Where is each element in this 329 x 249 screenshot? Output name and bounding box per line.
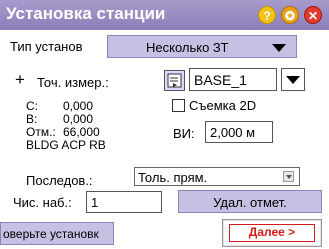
setup-type-value: Несколько ЗТ [146,40,229,55]
point-label: Точ. измер.: [37,75,109,90]
chevron-down-icon [283,171,294,182]
sequence-label: Последов.: [26,173,93,188]
elevation-value: 66,000 [63,125,100,139]
instrument-height-input[interactable]: 2,000 м [205,121,273,143]
setup-type-label: Тип установ [10,39,83,54]
point-name-value: BASE_1 [194,72,247,88]
delete-obs-button[interactable]: Удал. отмет. [178,190,322,213]
instrument-height-value: 2,000 м [210,125,256,140]
window-title: Установка станции [6,4,166,23]
survey-2d-checkbox[interactable] [172,99,185,112]
star-icon[interactable]: ✪ [281,6,299,24]
setup-type-dropdown[interactable]: Несколько ЗТ [107,35,297,58]
chevron-down-icon [286,76,300,84]
finish-setup-label: оверьте установк [3,227,99,241]
delete-obs-label: Удал. отмет. [213,195,287,210]
list-select-icon[interactable] [164,70,185,91]
title-bar: Установка станции ? ✪ ✕ [0,0,329,30]
point-name-input[interactable]: BASE_1 [189,68,277,91]
point-code: BLDG ACP RB [26,138,106,152]
sequence-dropdown[interactable]: Толь. прям. [134,167,300,186]
count-input[interactable]: 1 [86,191,162,213]
count-label: Чис. наб.: [13,195,72,210]
sequence-value: Толь. прям. [138,170,208,185]
chevron-down-icon [272,44,286,52]
easting-label: В: [26,112,38,126]
point-dropdown-button[interactable] [281,68,305,91]
close-icon[interactable]: ✕ [304,6,322,24]
count-value: 1 [91,195,99,210]
finish-setup-button[interactable]: оверьте установк [0,222,114,245]
add-point-icon[interactable]: + [15,70,25,90]
next-button[interactable]: Далее > [222,219,322,247]
help-icon[interactable]: ? [258,6,276,24]
survey-2d-label: Съемка 2D [189,98,257,113]
elevation-label: Отм.: [26,125,56,139]
instrument-height-label: ВИ: [173,126,195,141]
easting-value: 0,000 [63,112,94,126]
next-label: Далее > [229,224,315,242]
northing-value: 0,000 [63,99,94,113]
northing-label: С: [26,99,38,113]
